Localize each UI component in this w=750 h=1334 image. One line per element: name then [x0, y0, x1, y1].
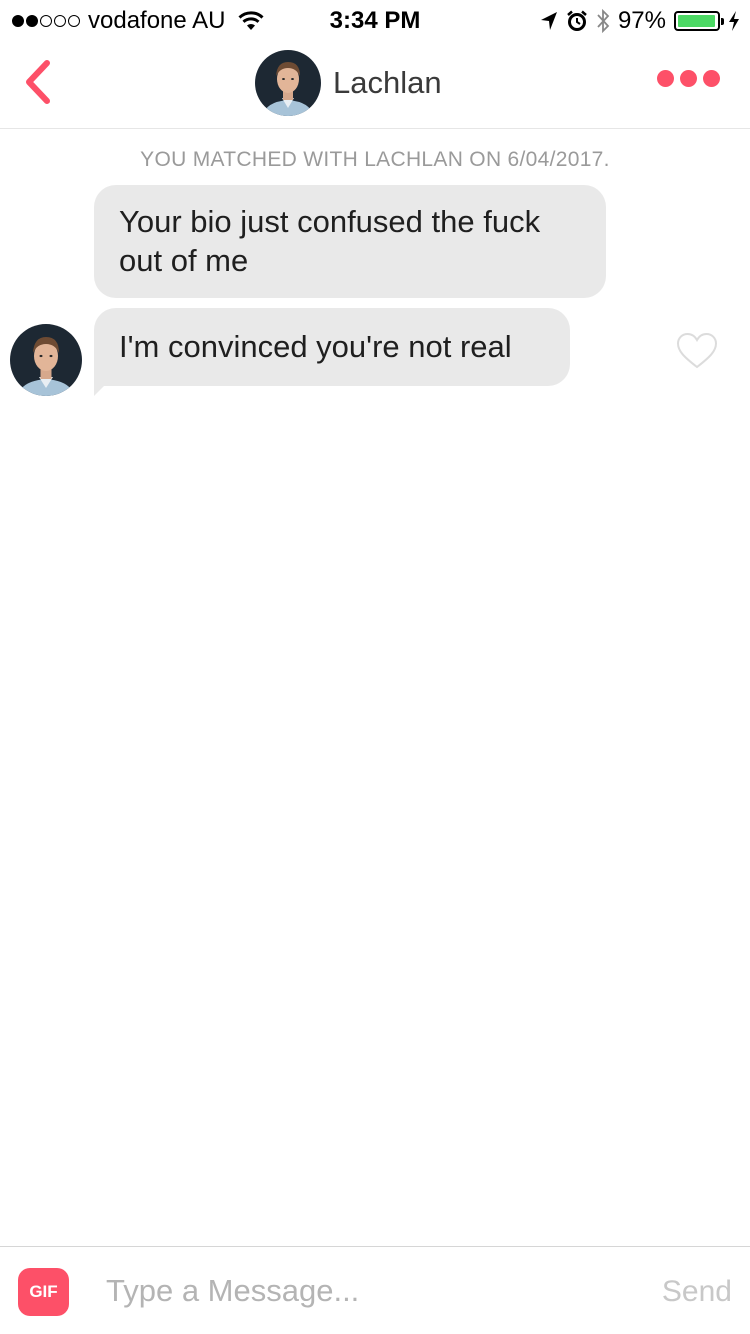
avatar[interactable]	[10, 324, 82, 396]
status-bar-right: 97%	[540, 6, 740, 36]
contact-name[interactable]: Lachlan	[333, 65, 442, 101]
bubble-tail	[94, 384, 106, 396]
bluetooth-icon	[597, 8, 610, 34]
status-bar: vodafone AU 3:34 PM 97%	[0, 0, 750, 40]
send-button[interactable]: Send	[662, 1275, 732, 1309]
match-notice: YOU MATCHED WITH LACHLAN ON 6/04/2017.	[140, 148, 610, 171]
alarm-icon	[567, 10, 587, 31]
battery-percent: 97%	[617, 7, 666, 34]
message-bubble[interactable]: Your bio just confused the fuck out of m…	[94, 185, 606, 298]
battery-level-fill	[678, 15, 715, 27]
charging-bolt-icon	[729, 11, 739, 31]
back-button[interactable]	[14, 54, 62, 110]
avatar[interactable]	[255, 50, 321, 116]
heart-outline-icon	[676, 332, 718, 369]
three-dots-icon	[657, 70, 674, 87]
message-composer: GIF Send	[0, 1246, 750, 1334]
battery-icon	[674, 11, 724, 31]
gif-button[interactable]: GIF	[18, 1268, 69, 1316]
message-text: I'm convinced you're not real	[119, 329, 512, 364]
message-input[interactable]	[106, 1265, 626, 1317]
chevron-left-icon	[26, 60, 50, 104]
nav-bar: Lachlan	[0, 40, 750, 129]
more-options-button[interactable]	[657, 70, 720, 87]
location-arrow-icon	[540, 12, 557, 30]
message-bubble[interactable]: I'm convinced you're not real	[94, 308, 570, 396]
message-text: Your bio just confused the fuck out of m…	[119, 204, 541, 278]
contact-header[interactable]: Lachlan	[255, 50, 442, 116]
like-message-button[interactable]	[676, 332, 718, 370]
